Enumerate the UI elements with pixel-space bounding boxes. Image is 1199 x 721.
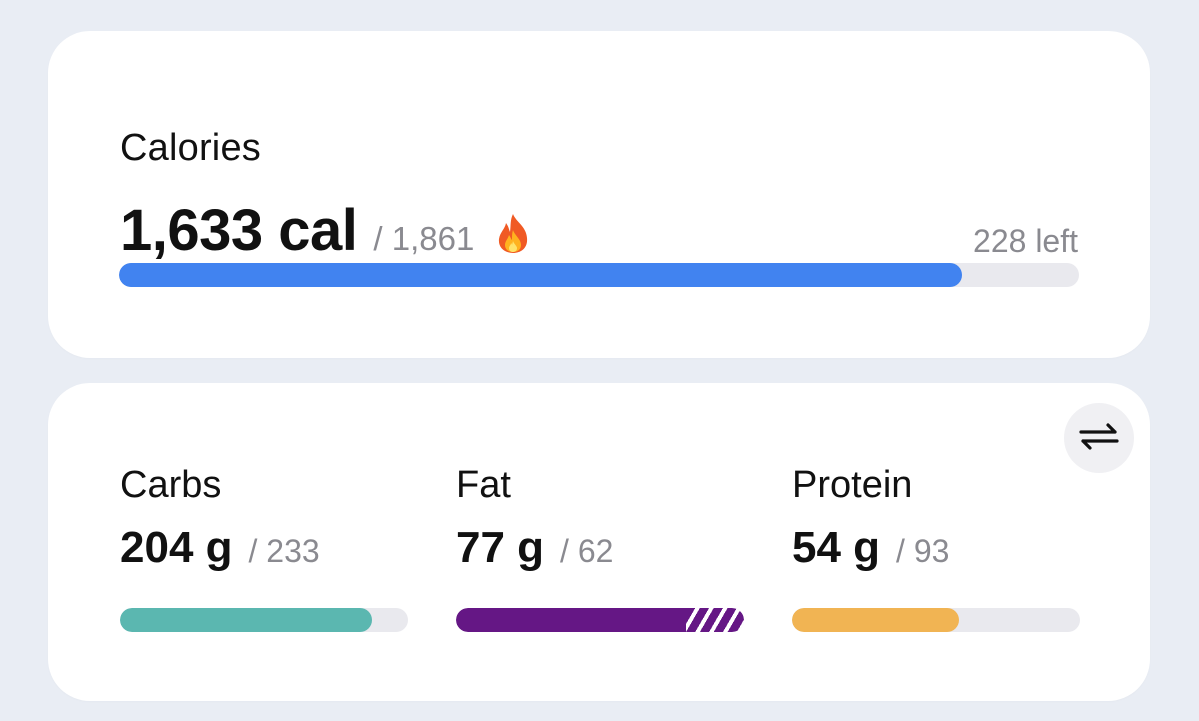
macro-summary: 77 g / 62 [456,523,746,573]
macro-protein: Protein 54 g / 93 [792,463,1082,632]
calories-progress-bar [119,263,1079,287]
macro-value: 204 g [120,523,233,572]
carbs-progress-bar [120,608,408,632]
macro-label: Fat [456,464,511,506]
macro-value: 54 g [792,523,881,572]
calories-progress-fill [119,263,962,287]
protein-progress-bar [792,608,1080,632]
fat-over-fill [686,608,744,632]
calories-summary: 1,633 cal / 1,861 [120,197,530,267]
macro-label: Protein [792,464,913,506]
fat-progress-bar [456,608,744,632]
macro-fat: Fat 77 g / 62 [456,463,746,632]
macro-carbs: Carbs 204 g / 233 [120,463,410,632]
macro-label: Carbs [120,464,222,506]
flame-icon [496,212,530,254]
macro-summary: 204 g / 233 [120,523,410,573]
calories-card[interactable]: Calories 1,633 cal / 1,861 228 left [48,31,1150,358]
carbs-progress-fill [120,608,373,632]
swap-arrows-icon [1077,421,1121,456]
macro-goal: / 233 [248,533,320,569]
calories-remaining: 228 left [973,223,1078,259]
macro-value: 77 g [456,523,545,572]
protein-progress-fill [792,608,960,632]
macro-goal: / 62 [560,533,614,569]
calories-goal: / 1,861 [373,220,475,257]
calories-consumed: 1,633 cal [120,198,358,263]
calories-title: Calories [120,127,261,169]
macro-summary: 54 g / 93 [792,523,1082,573]
macro-goal: / 93 [896,533,950,569]
fat-progress-fill [456,608,687,632]
macros-card[interactable]: Carbs 204 g / 233 Fat 77 g / 62 Protein … [48,383,1150,701]
